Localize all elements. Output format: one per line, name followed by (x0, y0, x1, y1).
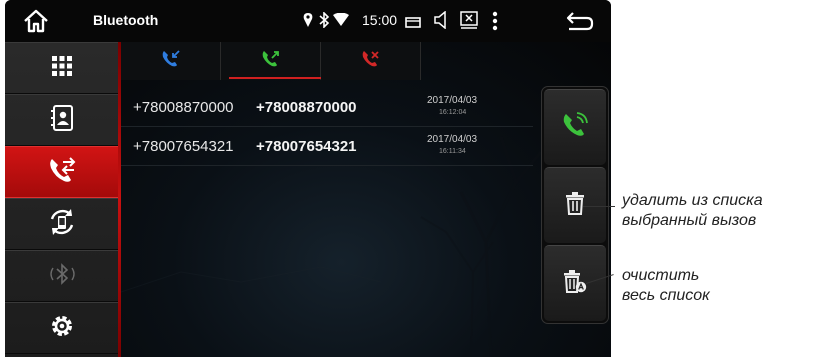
tab-outgoing[interactable] (221, 42, 321, 80)
call-icon (562, 112, 588, 143)
clear-list-button[interactable] (544, 245, 606, 321)
call-date: 2017/04/03 (427, 95, 478, 106)
call-date: 2017/04/03 (427, 134, 478, 145)
sidebar-item-bluetooth[interactable] (5, 250, 118, 302)
tab-missed[interactable] (321, 42, 421, 80)
trash-icon (565, 191, 585, 220)
sidebar (5, 42, 118, 357)
annotation-clear-line2: весь список (622, 287, 710, 304)
clock: 15:00 (362, 12, 398, 28)
incoming-call-icon (161, 49, 181, 74)
call-number: +78008870000 (256, 99, 357, 116)
annotation-delete-line1: удалить из списка (622, 192, 763, 209)
wifi-icon (333, 12, 349, 31)
call-log-panel: +78008870000 +78008870000 2017/04/03 16:… (121, 42, 611, 357)
status-bar: Bluetooth 15:00 (5, 0, 611, 42)
sidebar-item-sync[interactable] (5, 198, 118, 250)
home-icon[interactable] (23, 9, 49, 38)
sidebar-item-apps[interactable] (5, 42, 118, 94)
call-row[interactable]: +78008870000 +78008870000 2017/04/03 16:… (121, 89, 533, 127)
trash-all-icon (563, 269, 587, 298)
annotation-delete-selected: удалить из списка выбранный вызов (622, 191, 763, 231)
location-icon (303, 12, 313, 33)
selected-tab-indicator (229, 77, 321, 79)
bluetooth-status-icon (318, 11, 330, 33)
annotation-leader-delete (583, 206, 615, 207)
back-icon[interactable] (565, 10, 595, 37)
contacts-book-icon (50, 104, 74, 136)
grid-apps-icon (51, 55, 73, 82)
outgoing-call-icon (261, 49, 281, 74)
tab-bar (121, 42, 421, 80)
call-time: 16:12:04 (439, 109, 467, 116)
sidebar-item-settings[interactable] (5, 302, 118, 354)
call-name: +78008870000 (133, 99, 234, 116)
call-row[interactable]: +78007654321 +78007654321 2017/04/03 16:… (121, 128, 533, 166)
sidebar-item-call-log[interactable] (5, 146, 118, 198)
close-window-icon[interactable] (460, 11, 478, 34)
window-icon[interactable] (405, 15, 421, 33)
sync-phone-icon (47, 207, 77, 242)
missed-call-icon (361, 49, 381, 74)
volume-icon[interactable] (433, 10, 449, 34)
annotation-clear-line1: очистить (622, 267, 700, 284)
action-panel (541, 86, 609, 324)
more-options-icon[interactable] (492, 11, 498, 36)
annotation-delete-line2: выбранный вызов (622, 212, 757, 229)
bluetooth-icon (46, 262, 78, 290)
gear-icon (49, 313, 75, 344)
call-button[interactable] (544, 89, 606, 165)
sidebar-item-contacts[interactable] (5, 94, 118, 146)
call-time: 16:11:34 (439, 148, 466, 155)
delete-call-button[interactable] (544, 167, 606, 243)
call-log-icon (47, 156, 77, 189)
app-title: Bluetooth (93, 12, 159, 28)
call-number: +78007654321 (256, 138, 357, 155)
annotation-clear-all: очистить весь список (622, 266, 710, 306)
tab-incoming[interactable] (121, 42, 221, 80)
call-name: +78007654321 (133, 138, 234, 155)
head-unit-screen: Bluetooth 15:00 +78008870000 +7800887000… (5, 0, 611, 357)
